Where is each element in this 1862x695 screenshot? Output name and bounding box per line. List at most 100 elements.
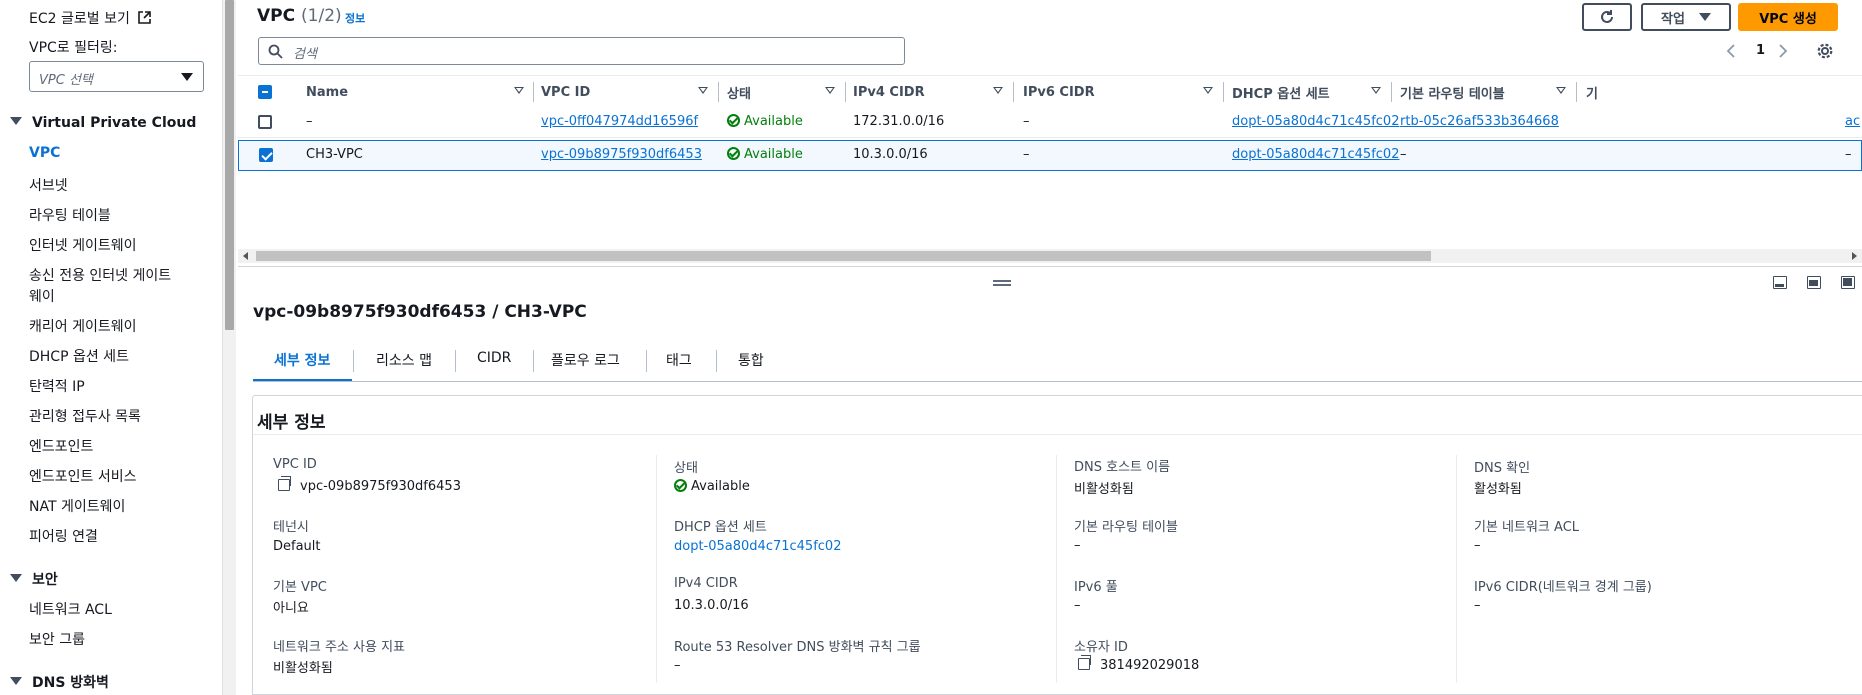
drag-handle-icon[interactable] — [993, 280, 1011, 286]
caret-down-icon — [10, 574, 22, 582]
sidebar-scrollbar[interactable] — [222, 0, 236, 695]
column-divider[interactable] — [1013, 82, 1014, 102]
section-security[interactable]: 보안 — [10, 569, 58, 589]
row-checkbox[interactable] — [258, 115, 272, 129]
column-divider[interactable] — [533, 82, 534, 102]
previous-page-icon[interactable] — [1725, 43, 1737, 59]
table-row[interactable]: – vpc-0ff047974dd16596f Available 172.31… — [238, 107, 1862, 138]
cell-route-table: – — [1400, 147, 1407, 162]
page-number[interactable]: 1 — [1756, 43, 1765, 58]
sidebar-item-route-tables[interactable]: 라우팅 테이블 — [29, 205, 111, 225]
sidebar-item-egress-only-igw[interactable]: 송신 전용 인터넷 게이트 — [29, 265, 171, 285]
cell-vpc-id-link[interactable]: vpc-09b8975f930df6453 — [541, 147, 702, 162]
sidebar-item-prefix-lists[interactable]: 관리형 접두사 목록 — [29, 406, 141, 426]
sidebar-item-elastic-ips[interactable]: 탄력적 IP — [29, 376, 85, 396]
tab-tags[interactable]: 태그 — [666, 350, 692, 370]
sidebar-item-security-groups[interactable]: 보안 그룹 — [29, 629, 85, 649]
column-header-main-route-table[interactable]: 기본 라우팅 테이블 — [1400, 76, 1576, 108]
dhcp-options-link[interactable]: dopt-05a80d4c71c45fc02 — [674, 539, 841, 554]
sidebar-scrollbar-thumb[interactable] — [225, 0, 234, 330]
column-divider — [1056, 455, 1057, 683]
sidebar-item-peering[interactable]: 피어링 연결 — [29, 526, 98, 546]
section-dns-firewall[interactable]: DNS 방화벽 — [10, 672, 109, 692]
column-header-ipv4[interactable]: IPv4 CIDR — [853, 76, 1013, 108]
split-panel-divider[interactable] — [238, 266, 1862, 267]
sidebar-item-vpc[interactable]: VPC — [29, 145, 60, 161]
copy-icon[interactable] — [1078, 655, 1091, 670]
sort-icon[interactable] — [825, 87, 835, 94]
sort-icon[interactable] — [1203, 87, 1213, 94]
tab-resource-map[interactable]: 리소스 맵 — [376, 350, 432, 370]
sort-icon[interactable] — [1556, 87, 1566, 94]
sidebar-item-subnets[interactable]: 서브넷 — [29, 175, 68, 195]
main-content: VPC (1/2) 정보 작업 VPC 생성 검색 1 Name VPC ID … — [238, 0, 1862, 695]
column-header-vpc-id[interactable]: VPC ID — [541, 76, 718, 108]
caret-down-icon — [10, 117, 22, 125]
route53-firewall-label: Route 53 Resolver DNS 방화벽 규칙 그룹 — [674, 640, 921, 655]
sort-icon[interactable] — [993, 87, 1003, 94]
column-divider[interactable] — [845, 82, 846, 102]
refresh-button[interactable] — [1582, 3, 1632, 31]
sidebar-item-dhcp-option-sets[interactable]: DHCP 옵션 세트 — [29, 346, 129, 366]
cell-vpc-id-link[interactable]: vpc-0ff047974dd16596f — [541, 114, 698, 129]
main-route-table-value: – — [1074, 538, 1081, 553]
sidebar-item-nat-gateways[interactable]: NAT 게이트웨이 — [29, 496, 125, 516]
column-header-name[interactable]: Name — [306, 76, 534, 108]
search-input[interactable]: 검색 — [258, 37, 905, 65]
sidebar-item-egress-only-igw-cont[interactable]: 웨이 — [29, 286, 55, 306]
tab-integrations[interactable]: 통합 — [738, 350, 764, 370]
split-full-icon[interactable] — [1841, 276, 1855, 289]
state-text: Available — [691, 479, 750, 494]
cell-dhcp-link[interactable]: dopt-05a80d4c71c45fc02 — [1232, 147, 1399, 162]
column-header-dhcp[interactable]: DHCP 옵션 세트 — [1232, 76, 1391, 108]
refresh-icon — [1601, 10, 1613, 23]
tab-divider — [455, 350, 456, 372]
split-side-icon[interactable] — [1807, 276, 1821, 289]
sidebar-item-endpoint-services[interactable]: 엔드포인트 서비스 — [29, 466, 137, 486]
column-header-truncated[interactable]: 기 — [1586, 76, 1626, 108]
column-header-status[interactable]: 상태 — [727, 76, 845, 108]
vpc-filter-label: VPC로 필터링: — [29, 40, 118, 56]
copy-icon[interactable] — [278, 476, 291, 491]
tab-details[interactable]: 세부 정보 — [274, 350, 330, 370]
actions-label: 작업 — [1661, 11, 1685, 27]
create-vpc-button[interactable]: VPC 생성 — [1738, 3, 1838, 31]
gear-icon[interactable] — [1816, 42, 1834, 60]
sidebar-item-internet-gateways[interactable]: 인터넷 게이트웨이 — [29, 235, 137, 255]
sort-icon[interactable] — [698, 87, 708, 94]
section-virtual-private-cloud[interactable]: Virtual Private Cloud — [10, 115, 196, 131]
cell-truncated-link[interactable]: ac — [1845, 114, 1860, 129]
split-bottom-icon[interactable] — [1773, 276, 1787, 289]
scroll-left-icon[interactable] — [243, 252, 248, 260]
column-divider[interactable] — [1576, 82, 1577, 102]
sidebar-item-endpoints[interactable]: 엔드포인트 — [29, 436, 93, 456]
sidebar-item-carrier-gateways[interactable]: 캐리어 게이트웨이 — [29, 316, 137, 336]
table-horizontal-scrollbar[interactable] — [238, 249, 1862, 263]
ec2-global-view-link[interactable]: EC2 글로벌 보기 — [29, 8, 152, 28]
column-vpc-id-label: VPC ID — [541, 84, 591, 100]
table-row-selected[interactable]: CH3-VPC vpc-09b8975f930df6453 Available … — [238, 140, 1862, 171]
select-all-checkbox[interactable] — [258, 85, 272, 99]
tab-cidr[interactable]: CIDR — [477, 350, 511, 366]
dhcp-options-label: DHCP 옵션 세트 — [674, 520, 767, 535]
cell-route-table-link[interactable]: rtb-05c26af533b364668 — [1400, 114, 1559, 129]
sort-icon[interactable] — [514, 87, 524, 94]
table-scrollbar-thumb[interactable] — [256, 251, 1431, 261]
sidebar-item-network-acls[interactable]: 네트워크 ACL — [29, 599, 112, 619]
column-divider[interactable] — [718, 82, 719, 102]
column-header-ipv6[interactable]: IPv6 CIDR — [1023, 76, 1223, 108]
vpc-filter-select[interactable]: VPC 선택 — [29, 61, 204, 92]
next-page-icon[interactable] — [1777, 43, 1789, 59]
info-link[interactable]: 정보 — [345, 10, 365, 26]
search-placeholder: 검색 — [293, 47, 317, 62]
tab-flow-logs[interactable]: 플로우 로그 — [551, 350, 620, 370]
actions-button[interactable]: 작업 — [1641, 3, 1731, 31]
cell-dhcp-link[interactable]: dopt-05a80d4c71c45fc02 — [1232, 114, 1399, 129]
vpc-selection-count: (1/2) — [301, 6, 342, 26]
column-divider[interactable] — [1391, 82, 1392, 102]
column-divider — [656, 455, 657, 683]
sort-icon[interactable] — [1371, 87, 1381, 94]
column-divider[interactable] — [1223, 82, 1224, 102]
row-checkbox-checked[interactable] — [259, 148, 273, 162]
scroll-right-icon[interactable] — [1852, 252, 1857, 260]
